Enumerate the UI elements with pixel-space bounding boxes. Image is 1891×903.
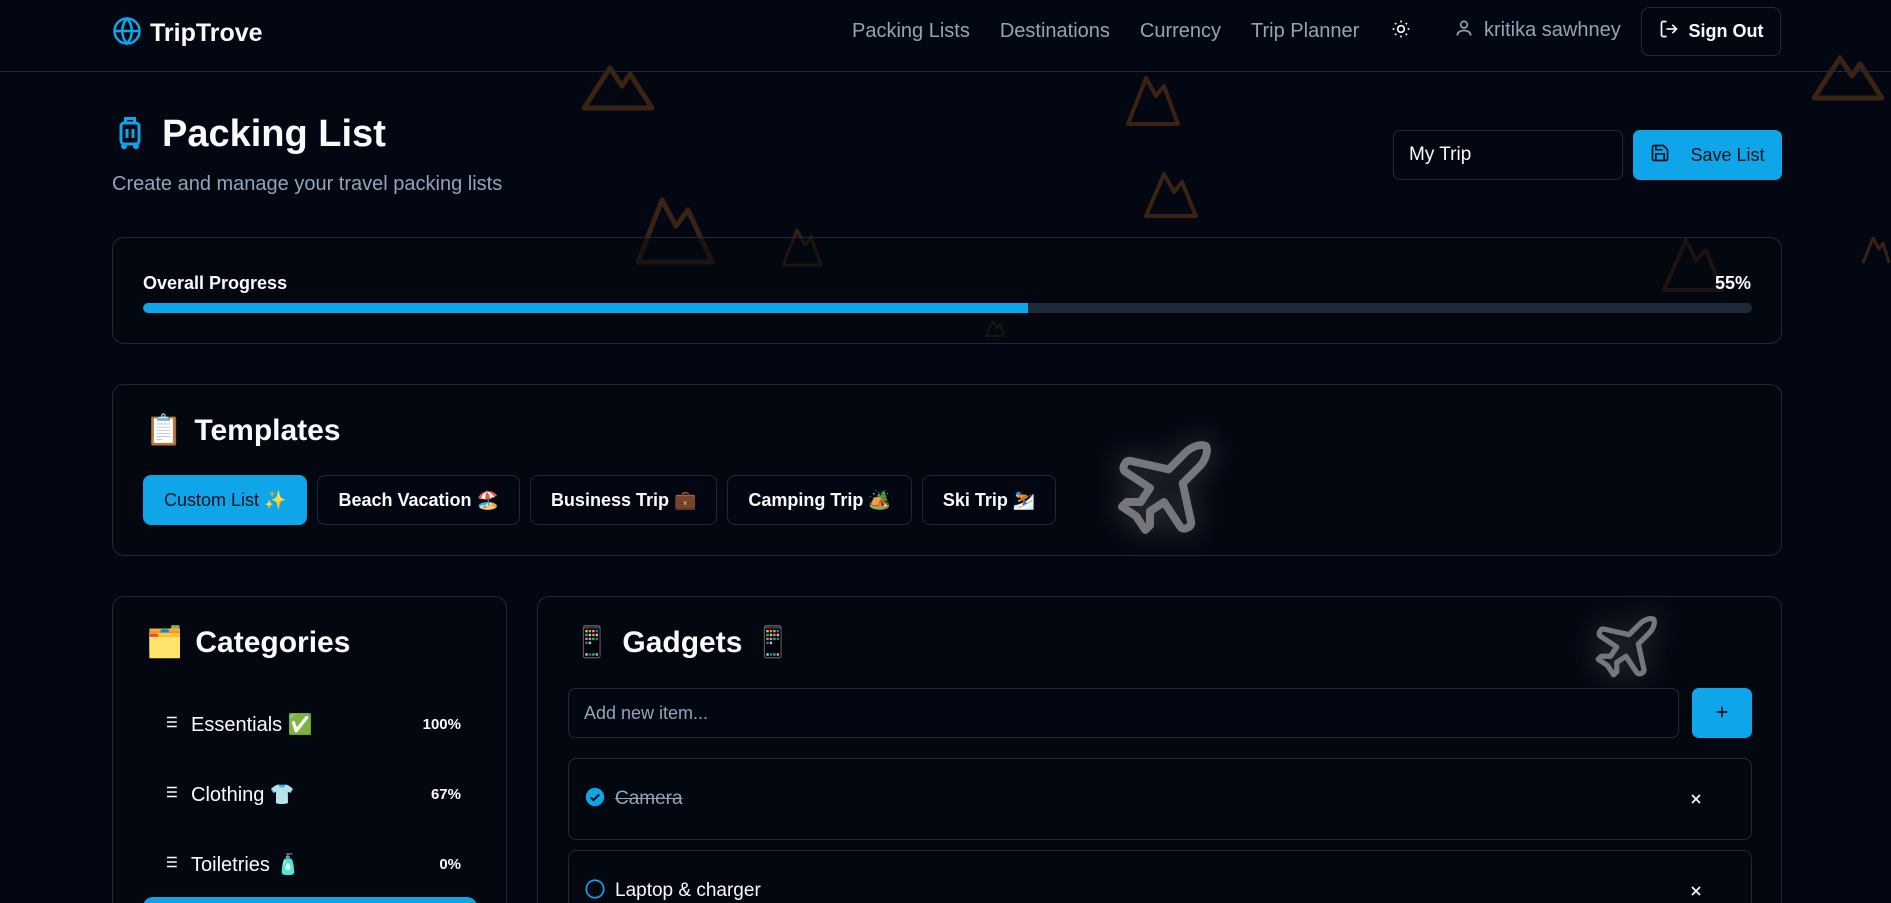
category-label: Clothing 👕 (191, 783, 295, 806)
template-ski-trip-button[interactable]: Ski Trip ⛷️ (921, 475, 1057, 525)
category-item-active-highlight[interactable] (143, 897, 477, 903)
top-navbar: TripTrove Packing Lists Destinations Cur… (0, 0, 1891, 72)
mountain-decor-icon (1126, 76, 1180, 126)
remove-item-button[interactable] (1681, 876, 1711, 903)
globe-icon (112, 16, 142, 51)
list-icon (161, 783, 179, 806)
category-percent: 67% (430, 785, 461, 803)
category-item-essentials[interactable]: Essentials ✅ 100% (143, 689, 477, 759)
category-list: Essentials ✅ 100% Clothing 👕 67% Toiletr… (143, 689, 477, 899)
categories-heading: 🗂️ Categories (146, 625, 350, 660)
template-camping-trip-button[interactable]: Camping Trip 🏕️ (727, 475, 912, 525)
packing-item-row: Camera (568, 758, 1752, 840)
page-header: Packing List Create and manage your trav… (112, 112, 502, 196)
progress-bar (143, 303, 1752, 313)
categories-card: 🗂️ Categories Essentials ✅ 100% Clothing… (112, 596, 507, 903)
categories-title: Categories (195, 625, 351, 659)
brand-name: TripTrove (150, 19, 263, 47)
sign-out-label: Sign Out (1688, 21, 1764, 41)
progress-bar-fill (143, 303, 1028, 313)
packing-item-row: Laptop & charger (568, 850, 1752, 903)
nav-link-currency[interactable]: Currency (1140, 20, 1221, 43)
mountain-decor-icon (1861, 236, 1890, 264)
template-business-trip-button[interactable]: Business Trip 💼 (529, 475, 718, 525)
items-heading: 📱 Gadgets 📱 (573, 625, 792, 660)
sun-icon (1391, 19, 1411, 44)
category-label: Toiletries 🧴 (191, 853, 301, 876)
templates-heading: 📋 Templates (145, 413, 341, 448)
category-item-clothing[interactable]: Clothing 👕 67% (143, 759, 477, 829)
phone-icon: 📱 (573, 625, 611, 660)
page-subtitle: Create and manage your travel packing li… (112, 173, 503, 195)
packing-item-label: Laptop & charger (615, 880, 761, 901)
theme-toggle-button[interactable] (1388, 18, 1414, 44)
clipboard-icon: 📋 (145, 413, 183, 448)
save-list-button[interactable]: Save List (1633, 130, 1782, 180)
nav-link-destinations[interactable]: Destinations (1000, 20, 1110, 43)
plus-icon (1713, 703, 1731, 724)
progress-percent: 55% (1714, 273, 1751, 293)
templates-card: 📋 Templates Custom List ✨ Beach Vacation… (112, 384, 1782, 556)
items-card: 📱 Gadgets 📱 Camera Laptop & charger (537, 596, 1782, 903)
items-title: Gadgets (622, 625, 743, 659)
nav-link-packing-lists[interactable]: Packing Lists (852, 20, 970, 43)
category-label: Essentials ✅ (191, 713, 313, 736)
luggage-icon (112, 112, 148, 157)
phone-icon: 📱 (754, 625, 792, 660)
category-percent: 100% (422, 715, 461, 733)
template-beach-vacation-button[interactable]: Beach Vacation 🏖️ (317, 475, 520, 525)
folder-icon: 🗂️ (146, 625, 184, 660)
add-item-input[interactable] (568, 688, 1679, 738)
trip-name-input[interactable] (1393, 130, 1623, 180)
user-profile[interactable]: kritika sawhney (1454, 18, 1621, 43)
brand-logo[interactable]: TripTrove (112, 16, 263, 51)
sign-out-button[interactable]: Sign Out (1641, 7, 1781, 56)
templates-title: Templates (194, 413, 341, 447)
nav-link-trip-planner[interactable]: Trip Planner (1251, 20, 1359, 43)
save-list-label: Save List (1690, 144, 1765, 165)
user-name: kritika sawhney (1484, 19, 1621, 41)
list-icon (161, 713, 179, 736)
remove-item-button[interactable] (1681, 784, 1711, 814)
nav-links: Packing Lists Destinations Currency Trip… (852, 20, 1359, 43)
circle-icon[interactable] (585, 878, 605, 903)
category-percent: 0% (439, 855, 461, 873)
packing-item-label: Camera (615, 788, 683, 809)
list-icon (161, 853, 179, 876)
overall-progress-card: Overall Progress 55% (112, 237, 1782, 344)
log-out-icon (1659, 19, 1679, 44)
mountain-decor-icon (1144, 172, 1198, 218)
check-circle-icon[interactable] (585, 787, 605, 812)
template-buttons: Custom List ✨ Beach Vacation 🏖️ Business… (143, 475, 1057, 525)
page-title: Packing List (162, 113, 386, 155)
category-item-toiletries[interactable]: Toiletries 🧴 0% (143, 829, 477, 899)
save-icon (1650, 143, 1670, 168)
progress-label: Overall Progress (143, 273, 288, 293)
user-icon (1454, 18, 1474, 43)
template-custom-list-button[interactable]: Custom List ✨ (143, 475, 308, 525)
add-item-button[interactable] (1692, 688, 1752, 738)
